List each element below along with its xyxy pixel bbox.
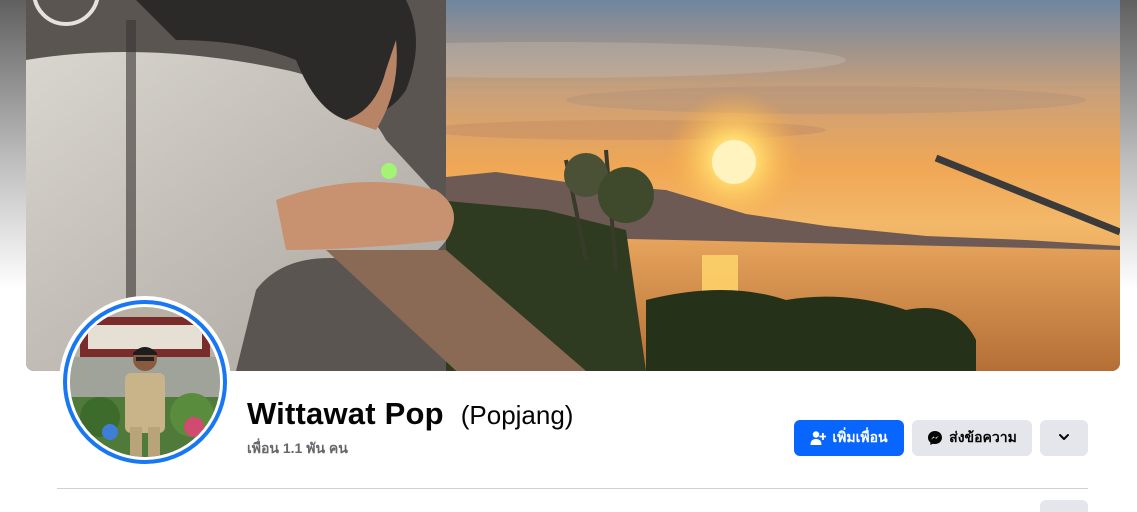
add-friend-icon [810,430,827,446]
profile-header-divider [57,488,1088,489]
add-friend-button[interactable]: เพิ่มเพื่อน [794,420,904,456]
messenger-icon [927,430,943,446]
profile-name: Wittawat Pop [247,396,444,431]
add-friend-label: เพิ่มเพื่อน [832,429,888,445]
profile-alternate-name: (Popjang) [460,400,574,430]
profile-picture-frame [63,300,227,464]
chevron-down-icon [1057,430,1071,447]
more-options-button[interactable] [1040,420,1088,456]
profile-picture[interactable] [59,296,231,468]
message-label: ส่งข้อความ [949,429,1017,445]
profile-name-row: Wittawat Pop (Popjang) [247,396,573,432]
tabs-more-button[interactable] [1040,500,1088,512]
friends-count-link[interactable]: เพื่อน 1.1 พัน คน [247,438,348,460]
message-button[interactable]: ส่งข้อความ [912,420,1032,456]
